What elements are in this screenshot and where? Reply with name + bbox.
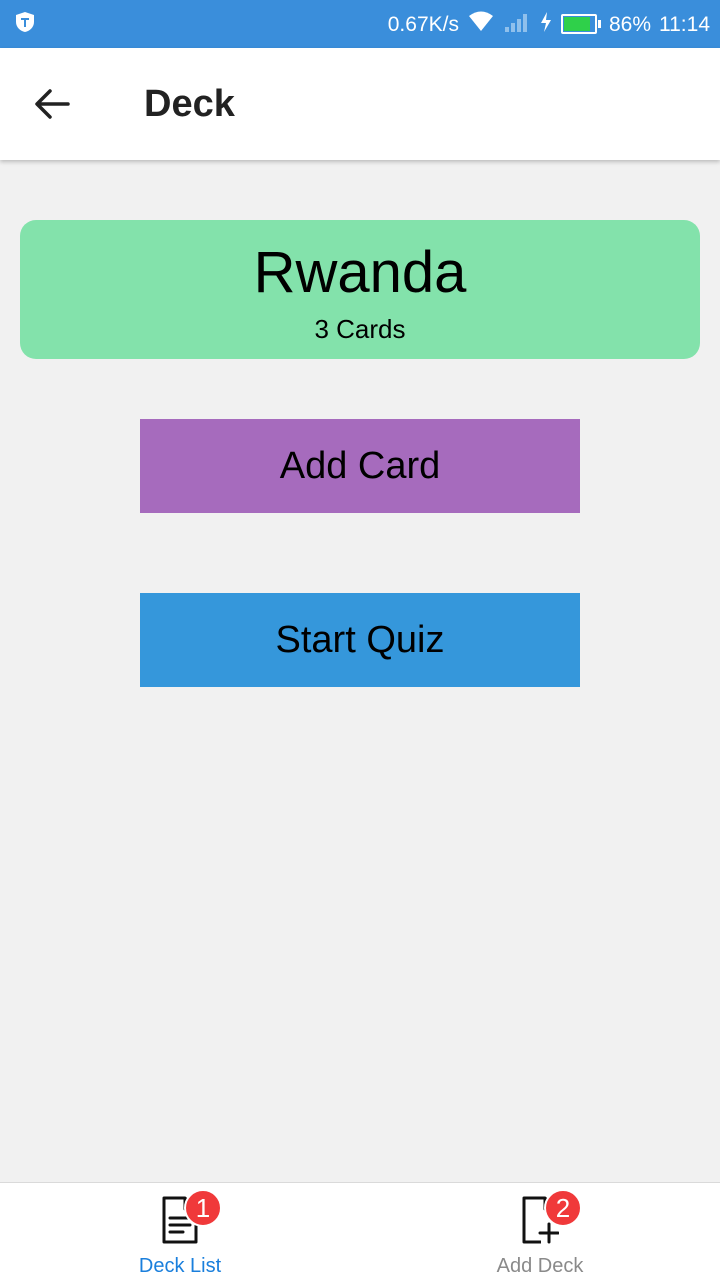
add-card-button[interactable]: Add Card [140, 419, 580, 513]
network-speed: 0.67K/s [387, 12, 459, 36]
deck-card: Rwanda 3 Cards [20, 220, 700, 359]
battery-percent: 86% [608, 12, 651, 36]
back-button[interactable] [30, 84, 74, 124]
tab-deck-list[interactable]: 1 Deck List [0, 1183, 360, 1280]
status-bar: 0.67K/s 86% 11:14 [0, 0, 720, 48]
app-bar: Deck [0, 48, 720, 160]
tab-deck-list-label: Deck List [138, 1255, 222, 1277]
signal-icon [503, 11, 531, 37]
charging-icon [539, 11, 553, 37]
add-deck-badge: 2 [544, 1189, 582, 1227]
page-title: Deck [144, 83, 235, 125]
tab-add-deck[interactable]: 2 Add Deck [360, 1183, 720, 1280]
arrow-left-icon [35, 89, 70, 119]
start-quiz-button[interactable]: Start Quiz [140, 593, 580, 687]
deck-card-count: 3 Cards [314, 314, 406, 344]
deck-list-badge: 1 [184, 1189, 222, 1227]
battery-icon [560, 14, 601, 34]
deck-title: Rwanda [253, 240, 467, 305]
shield-icon [14, 11, 36, 38]
tab-add-deck-label: Add Deck [496, 1255, 584, 1277]
clock: 11:14 [659, 12, 710, 36]
wifi-icon [467, 11, 495, 37]
bottom-nav: 1 Deck List 2 Add Deck [0, 1182, 720, 1280]
